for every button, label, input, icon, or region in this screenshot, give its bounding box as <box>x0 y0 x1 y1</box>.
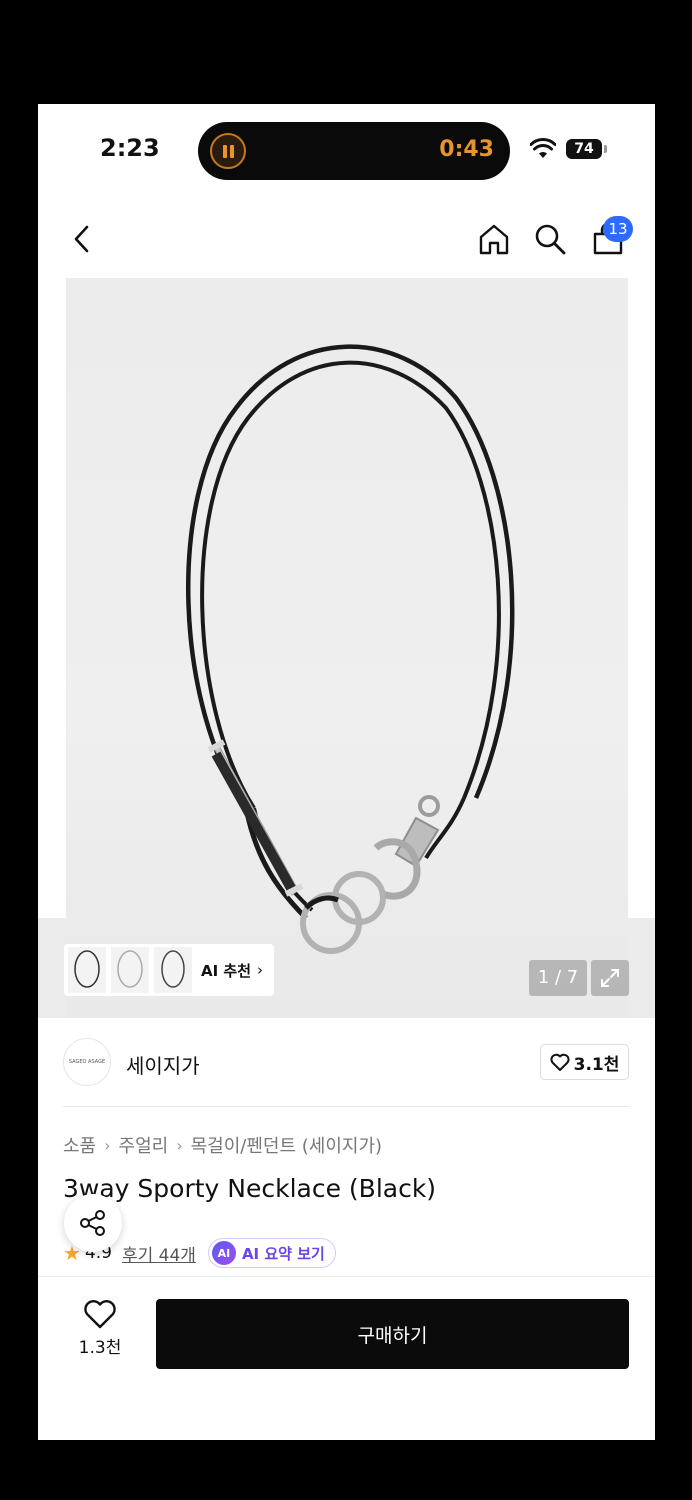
expand-button[interactable] <box>591 960 629 996</box>
search-button[interactable] <box>528 217 572 261</box>
thumbnail-2[interactable] <box>111 947 149 993</box>
chevron-left-icon <box>74 225 89 253</box>
product-image[interactable] <box>66 278 628 1018</box>
bottom-action-bar: 1.3천 구매하기 <box>38 1276 655 1440</box>
ai-recommend-strip[interactable]: AI 추천 › <box>64 944 274 996</box>
share-button[interactable] <box>64 1194 122 1252</box>
heart-icon <box>84 1300 116 1329</box>
phone-screen: 2:23 0:43 74 13 AI 추천 › 1 / 7 SAGEO ASAG… <box>38 104 655 1440</box>
heart-icon <box>550 1053 570 1071</box>
brand-row: SAGEO ASAGE 세이지가 3.1천 <box>38 1018 655 1106</box>
brand-name[interactable]: 세이지가 <box>126 1050 200 1079</box>
status-time: 2:23 <box>100 134 160 162</box>
brand-like-count: 3.1천 <box>573 1054 620 1075</box>
chevron-right-icon: › <box>176 1135 183 1155</box>
chevron-right-icon: › <box>257 961 264 979</box>
wishlist-button[interactable]: 1.3천 <box>66 1299 134 1371</box>
share-icon <box>80 1210 105 1236</box>
ai-summary-button[interactable]: AI AI 요약 보기 <box>207 1238 336 1268</box>
top-nav <box>38 204 655 274</box>
back-button[interactable] <box>60 217 104 261</box>
search-icon <box>535 224 566 255</box>
breadcrumb-item[interactable]: 목걸이/펜던트 (세이지가) <box>191 1132 382 1158</box>
home-button[interactable] <box>472 217 516 261</box>
breadcrumb-item[interactable]: 주얼리 <box>119 1132 169 1158</box>
cart-count-badge: 13 <box>603 216 633 242</box>
wifi-icon <box>530 138 556 158</box>
home-icon <box>479 224 509 255</box>
review-link[interactable]: 후기 44개 <box>122 1241 196 1266</box>
thumbnail-1[interactable] <box>68 947 106 993</box>
wishlist-count: 1.3천 <box>78 1338 122 1358</box>
pause-icon[interactable] <box>210 133 246 169</box>
buy-button[interactable]: 구매하기 <box>156 1299 629 1369</box>
island-timer: 0:43 <box>439 137 494 162</box>
status-bar: 2:23 0:43 74 <box>38 104 655 194</box>
divider <box>63 1106 629 1107</box>
battery-icon: 74 <box>566 139 602 159</box>
chevron-right-icon: › <box>104 1135 111 1155</box>
ai-summary-label: AI 요약 보기 <box>241 1244 325 1263</box>
breadcrumb-item[interactable]: 소품 <box>63 1132 96 1158</box>
brand-like-button[interactable]: 3.1천 <box>540 1044 629 1080</box>
ai-recommend-label: AI 추천 <box>201 961 252 980</box>
battery-nub <box>604 145 607 153</box>
brand-logo[interactable]: SAGEO ASAGE <box>63 1038 111 1086</box>
product-title: 3way Sporty Necklace (Black) <box>63 1174 437 1203</box>
dynamic-island[interactable]: 0:43 <box>198 122 510 180</box>
page-counter: 1 / 7 <box>529 960 587 996</box>
necklace-image <box>186 344 515 954</box>
breadcrumb: 소품 › 주얼리 › 목걸이/펜던트 (세이지가) <box>63 1132 382 1158</box>
expand-icon <box>601 969 619 987</box>
thumbnail-3[interactable] <box>154 947 192 993</box>
ai-badge-icon: AI <box>211 1241 236 1265</box>
